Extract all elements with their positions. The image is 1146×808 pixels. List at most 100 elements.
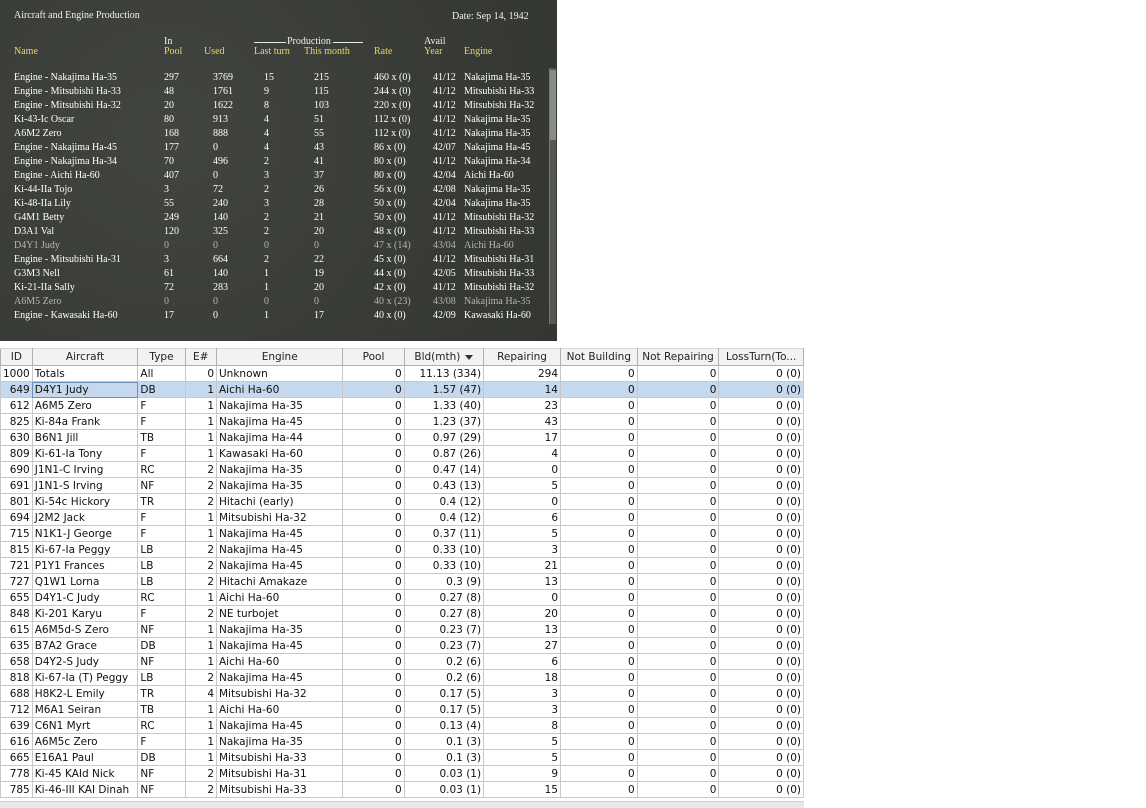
cell-aircraft[interactable]: J1N1-S Irving: [32, 477, 139, 494]
cell-type[interactable]: LB: [137, 557, 186, 574]
table-row-totals[interactable]: 1000 Totals All 0 Unknown 0 11.13 (334) 294 0 0 0 …: [0, 365, 804, 382]
cell-bld-mth[interactable]: 0.1 (3): [404, 749, 485, 766]
cell-pool[interactable]: 0: [342, 381, 405, 398]
cell-type[interactable]: TR: [137, 493, 186, 510]
cell-e[interactable]: 0: [185, 365, 218, 382]
cell-bld-mth[interactable]: 0.17 (5): [404, 685, 485, 702]
cell-pool[interactable]: 0: [342, 637, 405, 654]
cell-not-repairing[interactable]: 0: [637, 637, 720, 654]
scrollbar-thumb[interactable]: [550, 70, 556, 140]
cell-not-repairing[interactable]: 0: [637, 413, 720, 430]
table-row[interactable]: 616 A6M5c Zero F 1 Nakajima Ha-35 0 0.1 (3) 5 0 0…: [0, 733, 804, 750]
cell-bld-mth[interactable]: 0.4 (12): [404, 509, 485, 526]
cell-not-repairing[interactable]: 0: [637, 717, 720, 734]
cell-repairing[interactable]: 6: [483, 509, 561, 526]
cell-id[interactable]: 688: [0, 685, 33, 702]
cell-pool[interactable]: 0: [342, 461, 405, 478]
cell-engine[interactable]: Nakajima Ha-35: [216, 621, 344, 638]
column-header-aircraft[interactable]: Aircraft: [31, 348, 139, 366]
cell-not-building[interactable]: 0: [560, 765, 638, 782]
production-row[interactable]: Engine - Aichi Ha-60 407 0 3 37 80 x (0) 42/04…: [0, 169, 548, 183]
cell-bld-mth[interactable]: 0.43 (13): [404, 477, 485, 494]
table-row[interactable]: 615 A6M5d-S Zero NF 1 Nakajima Ha-35 0 0.23 (7…: [0, 621, 804, 638]
production-row[interactable]: Engine - Mitsubishi Ha-32 20 1622 8 103 220 x…: [0, 99, 548, 113]
cell-engine[interactable]: Mitsubishi Ha-31: [216, 765, 344, 782]
cell-e[interactable]: 2: [185, 493, 218, 510]
production-row[interactable]: Ki-48-IIa Lily 55 240 3 28 50 x (0) 42/04 Nakaj…: [0, 197, 548, 211]
cell-lossturn-to[interactable]: 0 (0): [718, 685, 804, 702]
cell-not-building[interactable]: 0: [560, 557, 638, 574]
cell-aircraft[interactable]: D4Y1 Judy: [32, 381, 139, 398]
table-row[interactable]: 721 P1Y1 Frances LB 2 Nakajima Ha-45 0 0.33 (1…: [0, 557, 804, 574]
cell-type[interactable]: RC: [137, 589, 186, 606]
cell-bld-mth[interactable]: 1.57 (47): [404, 381, 485, 398]
cell-type[interactable]: DB: [137, 749, 186, 766]
cell-engine[interactable]: Nakajima Ha-45: [216, 413, 344, 430]
cell-pool[interactable]: 0: [342, 509, 405, 526]
cell-id[interactable]: 612: [0, 397, 33, 414]
production-row[interactable]: Ki-21-IIa Sally 72 283 1 20 42 x (0) 41/12 Mits…: [0, 281, 548, 295]
column-header-e[interactable]: E#: [184, 348, 218, 366]
cell-bld-mth[interactable]: 0.33 (10): [404, 541, 485, 558]
cell-bld-mth[interactable]: 0.27 (8): [404, 605, 485, 622]
table-row[interactable]: 712 M6A1 Seiran TB 1 Aichi Ha-60 0 0.17 (5) 3 0 0…: [0, 701, 804, 718]
cell-repairing[interactable]: 0: [483, 589, 561, 606]
cell-not-repairing[interactable]: 0: [637, 573, 720, 590]
cell-id[interactable]: 848: [0, 605, 33, 622]
table-row[interactable]: 649 D4Y1 Judy DB 1 Aichi Ha-60 0 1.57 (47) 14 0 0…: [0, 381, 804, 398]
cell-lossturn-to[interactable]: 0 (0): [718, 669, 804, 686]
cell-not-repairing[interactable]: 0: [637, 765, 720, 782]
cell-engine[interactable]: Mitsubishi Ha-32: [216, 509, 344, 526]
cell-bld-mth[interactable]: 0.4 (12): [404, 493, 485, 510]
cell-not-building[interactable]: 0: [560, 653, 638, 670]
production-row[interactable]: Engine - Kawasaki Ha-60 17 0 1 17 40 x (0) 42/…: [0, 309, 548, 323]
cell-e[interactable]: 1: [185, 445, 218, 462]
table-row[interactable]: 655 D4Y1-C Judy RC 1 Aichi Ha-60 0 0.27 (8) 0 0 0…: [0, 589, 804, 606]
cell-bld-mth[interactable]: 11.13 (334): [404, 365, 485, 382]
cell-not-repairing[interactable]: 0: [637, 397, 720, 414]
cell-id[interactable]: 712: [0, 701, 33, 718]
cell-not-building[interactable]: 0: [560, 749, 638, 766]
cell-aircraft[interactable]: Ki-84a Frank: [32, 413, 139, 430]
cell-bld-mth[interactable]: 0.23 (7): [404, 637, 485, 654]
cell-e[interactable]: 1: [185, 397, 218, 414]
cell-pool[interactable]: 0: [342, 413, 405, 430]
cell-id[interactable]: 635: [0, 637, 33, 654]
cell-engine[interactable]: Nakajima Ha-44: [216, 429, 344, 446]
cell-pool[interactable]: 0: [342, 573, 405, 590]
cell-id[interactable]: 690: [0, 461, 33, 478]
cell-not-building[interactable]: 0: [560, 381, 638, 398]
cell-engine[interactable]: Nakajima Ha-35: [216, 733, 344, 750]
column-header-type[interactable]: Type: [137, 348, 186, 366]
cell-type[interactable]: NF: [137, 477, 186, 494]
cell-not-repairing[interactable]: 0: [637, 589, 720, 606]
cell-aircraft[interactable]: Ki-201 Karyu: [32, 605, 139, 622]
cell-pool[interactable]: 0: [342, 685, 405, 702]
cell-pool[interactable]: 0: [342, 605, 405, 622]
cell-pool[interactable]: 0: [342, 477, 405, 494]
cell-aircraft[interactable]: Ki-67-Ia (T) Peggy: [32, 669, 139, 686]
cell-repairing[interactable]: 8: [483, 717, 561, 734]
cell-lossturn-to[interactable]: 0 (0): [718, 477, 804, 494]
cell-lossturn-to[interactable]: 0 (0): [718, 541, 804, 558]
cell-repairing[interactable]: 5: [483, 749, 561, 766]
cell-bld-mth[interactable]: 0.13 (4): [404, 717, 485, 734]
cell-id[interactable]: 778: [0, 765, 33, 782]
cell-not-repairing[interactable]: 0: [637, 653, 720, 670]
cell-not-repairing[interactable]: 0: [637, 701, 720, 718]
cell-lossturn-to[interactable]: 0 (0): [718, 429, 804, 446]
cell-id[interactable]: 825: [0, 413, 33, 430]
table-row[interactable]: 809 Ki-61-Ia Tony F 1 Kawasaki Ha-60 0 0.87 (2…: [0, 445, 804, 462]
cell-not-repairing[interactable]: 0: [637, 429, 720, 446]
cell-repairing[interactable]: 3: [483, 685, 561, 702]
cell-pool[interactable]: 0: [342, 701, 405, 718]
cell-aircraft[interactable]: Ki-61-Ia Tony: [32, 445, 139, 462]
cell-id[interactable]: 815: [0, 541, 33, 558]
column-header-bld-mth[interactable]: Bld(mth): [403, 348, 485, 366]
cell-lossturn-to[interactable]: 0 (0): [718, 749, 804, 766]
cell-type[interactable]: TB: [137, 701, 186, 718]
cell-id[interactable]: 630: [0, 429, 33, 446]
cell-not-building[interactable]: 0: [560, 685, 638, 702]
cell-e[interactable]: 4: [185, 685, 218, 702]
cell-repairing[interactable]: 27: [483, 637, 561, 654]
